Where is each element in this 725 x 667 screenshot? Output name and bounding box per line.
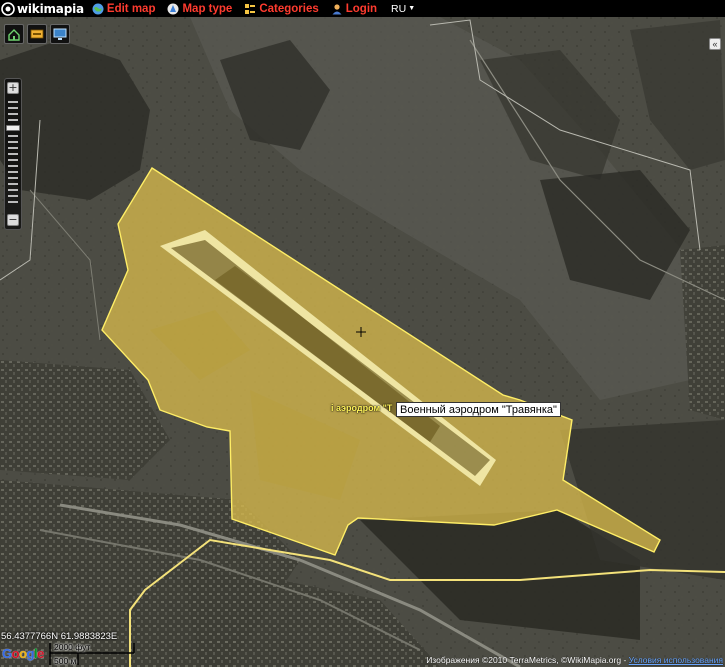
- airfield-tooltip: Военный аэродром "Травянка": [396, 402, 561, 417]
- wikimapia-logo[interactable]: wikimapia: [0, 0, 84, 17]
- login-link[interactable]: Login: [331, 0, 377, 17]
- collapse-panel-button[interactable]: «: [709, 38, 721, 50]
- zoom-tick: [8, 147, 18, 149]
- home-location-icon: [8, 29, 20, 41]
- map-type-label: Map type: [182, 2, 233, 15]
- zoom-out-button[interactable]: −: [7, 214, 19, 226]
- zoom-tick: [8, 153, 18, 155]
- wikimapia-logo-icon: [1, 1, 15, 16]
- language-selector[interactable]: RU ▼: [391, 3, 415, 15]
- airfield-map-label[interactable]: і аэродром "Т: [331, 403, 392, 413]
- zoom-tick: [8, 101, 18, 103]
- zoom-tick: [8, 171, 18, 173]
- categories-label: Categories: [259, 2, 319, 15]
- google-logo[interactable]: Google: [2, 646, 44, 661]
- zoom-in-button[interactable]: +: [7, 82, 19, 94]
- login-label: Login: [345, 2, 378, 15]
- tag-button[interactable]: [27, 24, 47, 44]
- zoom-tick: [8, 165, 18, 167]
- zoom-tick: [8, 107, 18, 109]
- top-navigation-bar: wikimapia Edit map Map type Categories L…: [0, 0, 725, 17]
- zoom-tick: [8, 119, 18, 121]
- zoom-tick: [8, 183, 18, 185]
- terms-of-use-link[interactable]: Условия использования: [629, 655, 723, 665]
- zoom-slider-thumb[interactable]: [6, 125, 20, 131]
- monitor-button[interactable]: [50, 24, 70, 44]
- edit-map-label: Edit map: [106, 2, 156, 15]
- zoom-tick: [8, 135, 18, 137]
- edit-globe-icon: [92, 3, 104, 14]
- map-type-link[interactable]: Map type: [167, 0, 232, 17]
- language-label: RU: [391, 2, 407, 15]
- home-location-button[interactable]: [4, 24, 24, 44]
- map-canvas: [0, 17, 725, 667]
- map-attribution: Изображения ©2010 TerraMetrics, ©WikiMap…: [426, 655, 723, 665]
- scale-meters-label: 500 м: [54, 656, 77, 666]
- zoom-tick: [8, 189, 18, 191]
- zoom-tick: [8, 141, 18, 143]
- zoom-tick: [8, 177, 18, 179]
- map-type-icon: [167, 3, 179, 14]
- monitor-icon: [53, 28, 67, 40]
- edit-map-link[interactable]: Edit map: [92, 0, 156, 17]
- zoom-control[interactable]: + −: [4, 78, 22, 230]
- map-scale-bar: 2000 фут 500 м: [48, 641, 138, 667]
- categories-link[interactable]: Categories: [244, 0, 319, 17]
- attribution-text: Изображения ©2010 TerraMetrics, ©WikiMap…: [426, 655, 629, 665]
- zoom-tick: [8, 195, 18, 197]
- zoom-tick: [8, 159, 18, 161]
- satellite-map[interactable]: [0, 17, 725, 667]
- login-user-icon: [332, 3, 342, 14]
- chevron-down-icon: ▼: [408, 5, 416, 12]
- categories-icon: [245, 3, 256, 14]
- tag-icon: [30, 29, 44, 39]
- scale-feet-label: 2000 фут: [54, 642, 91, 652]
- zoom-tick: [8, 201, 18, 203]
- zoom-tick: [8, 113, 18, 115]
- logo-text: wikimapia: [17, 1, 84, 16]
